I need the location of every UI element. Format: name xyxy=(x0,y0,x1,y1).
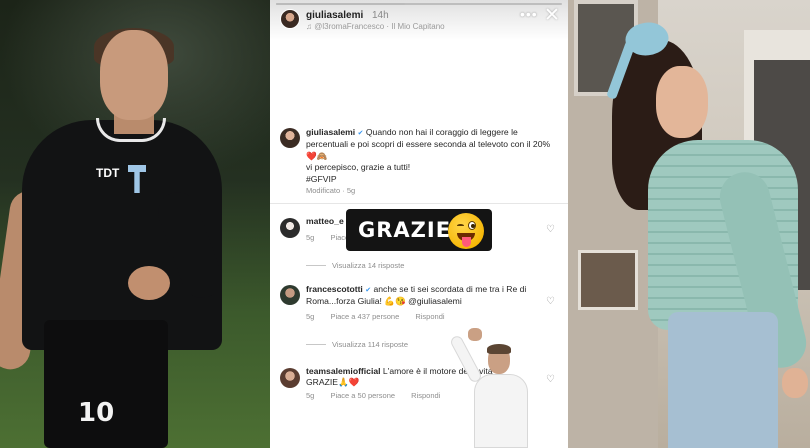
right-photo-woman xyxy=(568,0,810,448)
raised-arm xyxy=(448,334,484,384)
story-author-username[interactable]: giuliasalemi xyxy=(306,10,363,21)
instagram-story: giuliasalemi 14h ♫ @l3romaFrancesco · Il… xyxy=(270,0,568,448)
fist xyxy=(468,328,482,341)
jersey-sponsor: TDT xyxy=(96,166,120,180)
story-music-label[interactable]: ♫ @l3romaFrancesco · Il Mio Capitano xyxy=(306,22,445,31)
view-replies-link[interactable]: Visualizza 14 risposte xyxy=(332,261,404,270)
comment-age: 5g xyxy=(306,233,315,242)
verified-badge-icon: ✔ xyxy=(365,287,372,294)
replies-line xyxy=(306,265,326,266)
emoji-eye-right xyxy=(468,221,476,230)
comment-username[interactable]: teamsalemiofficial xyxy=(306,366,381,376)
caption-text: giuliasalemi ✔ Quando non hai il coraggi… xyxy=(306,127,556,185)
jeans xyxy=(668,312,778,448)
comment-likes[interactable]: Piace a 50 persone xyxy=(330,391,395,400)
grazie-sticker: GRAZIE xyxy=(346,209,492,251)
comment-age: 5g xyxy=(306,391,315,400)
woman-face xyxy=(656,66,708,138)
story-progress-bar xyxy=(276,3,562,5)
like-heart-icon[interactable]: ♡ xyxy=(546,374,555,385)
winking-tongue-emoji-icon xyxy=(448,213,484,249)
caption-hashtag[interactable]: #GFVIP xyxy=(306,174,337,184)
building-window-lower xyxy=(578,250,638,310)
caption-meta: Modificato · 5g xyxy=(306,186,356,195)
black-shorts xyxy=(44,320,168,448)
comment-age: 5g xyxy=(306,312,315,321)
emoji-tongue xyxy=(462,237,471,247)
emoji-eye-left xyxy=(457,224,464,227)
caption-divider xyxy=(270,203,568,204)
like-heart-icon[interactable]: ♡ xyxy=(546,224,555,235)
reply-button[interactable]: Rispondi xyxy=(415,312,444,321)
story-author-avatar[interactable] xyxy=(280,9,300,29)
comment-likes[interactable]: Piace a 437 persone xyxy=(330,312,399,321)
comment-meta: 5g Piace a 437 persone Rispondi xyxy=(306,312,459,321)
reply-button[interactable]: Rispondi xyxy=(411,391,440,400)
comment-username[interactable]: matteo_e xyxy=(306,216,344,226)
sticker-text: GRAZIE xyxy=(358,218,452,242)
jersey-number: 10 xyxy=(78,398,115,428)
comment-meta: 5g Piace a 50 persone Rispondi xyxy=(306,391,454,400)
caption-username[interactable]: giuliasalemi xyxy=(306,127,355,137)
comment-avatar[interactable] xyxy=(280,368,300,388)
man-hair xyxy=(487,344,511,354)
story-header: giuliasalemi 14h ♫ @l3romaFrancesco · Il… xyxy=(270,0,568,40)
story-timestamp: 14h xyxy=(372,10,389,21)
white-shirt xyxy=(474,374,528,448)
close-icon[interactable]: ✕ xyxy=(544,6,560,25)
cheering-man-sticker xyxy=(446,326,542,448)
hand xyxy=(128,266,170,300)
replies-line xyxy=(306,344,326,345)
comment-avatar[interactable] xyxy=(280,218,300,238)
story-progress-fill xyxy=(276,3,405,5)
caption-avatar[interactable] xyxy=(280,128,300,148)
verified-badge-icon: ✔ xyxy=(357,130,364,137)
more-options-icon[interactable]: ••• xyxy=(520,6,538,22)
comment-avatar[interactable] xyxy=(280,285,300,305)
player-head xyxy=(100,30,168,120)
comment-text: francescototti ✔ anche se ti sei scordat… xyxy=(306,284,552,307)
woman-hand xyxy=(782,368,808,398)
comment-username[interactable]: francescototti xyxy=(306,284,363,294)
caption-line2: vi percepisco, grazie a tutti! xyxy=(306,162,411,173)
view-replies-link[interactable]: Visualizza 114 risposte xyxy=(332,340,408,349)
left-photo-footballer: TDT 10 xyxy=(0,0,270,448)
like-heart-icon[interactable]: ♡ xyxy=(546,296,555,307)
